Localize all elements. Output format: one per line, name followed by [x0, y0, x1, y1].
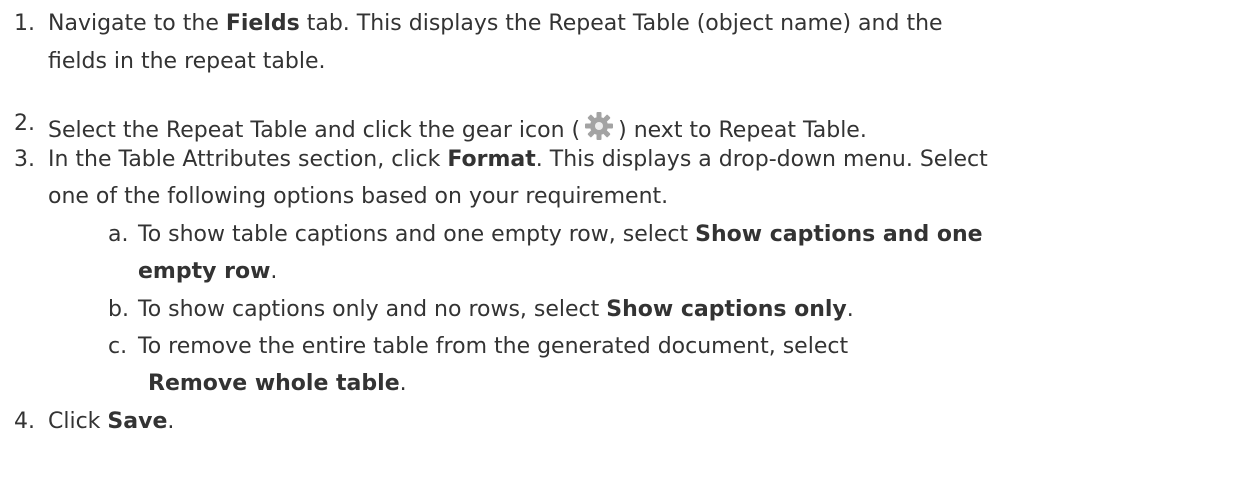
gear-icon — [582, 109, 616, 143]
instruction-list: 1. Navigate to the Fields tab. This disp… — [0, 0, 1241, 494]
save-term: Save — [107, 409, 168, 434]
show-captions-only-term: Show captions only — [606, 297, 847, 322]
substep-c-text-line-2: Remove whole table. — [148, 371, 407, 396]
step-2-number: 2. — [14, 111, 35, 136]
substep-a-text-line-1: To show table captions and one empty row… — [138, 222, 983, 247]
step-3-number: 3. — [14, 147, 35, 172]
substep-c-text-line-1: To remove the entire table from the gene… — [138, 334, 849, 359]
step-3-text-line-1: In the Table Attributes section, click F… — [48, 147, 988, 172]
substep-b-text: To show captions only and no rows, selec… — [138, 297, 854, 322]
step-1-text-line-1: Navigate to the Fields tab. This display… — [48, 11, 943, 36]
step-3-text-line-2: one of the following options based on yo… — [48, 184, 669, 209]
show-captions-and-one-empty-row-term: Show captions and one — [695, 222, 983, 247]
remove-whole-table-term: Remove whole table — [148, 371, 400, 396]
substep-a-letter: a. — [108, 222, 129, 247]
substep-b-letter: b. — [108, 297, 129, 322]
step-1-text-line-2: fields in the repeat table. — [48, 49, 326, 74]
fields-tab-term: Fields — [225, 11, 300, 36]
substep-c-letter: c. — [108, 334, 128, 359]
step-2-text: Select the Repeat Table and click the ge… — [48, 109, 867, 146]
format-term: Format — [447, 147, 536, 172]
step-1-number: 1. — [14, 11, 35, 36]
step-4-number: 4. — [14, 409, 35, 434]
substep-a-text-line-2: empty row. — [138, 259, 278, 284]
step-4-text: Click Save. — [48, 409, 175, 434]
